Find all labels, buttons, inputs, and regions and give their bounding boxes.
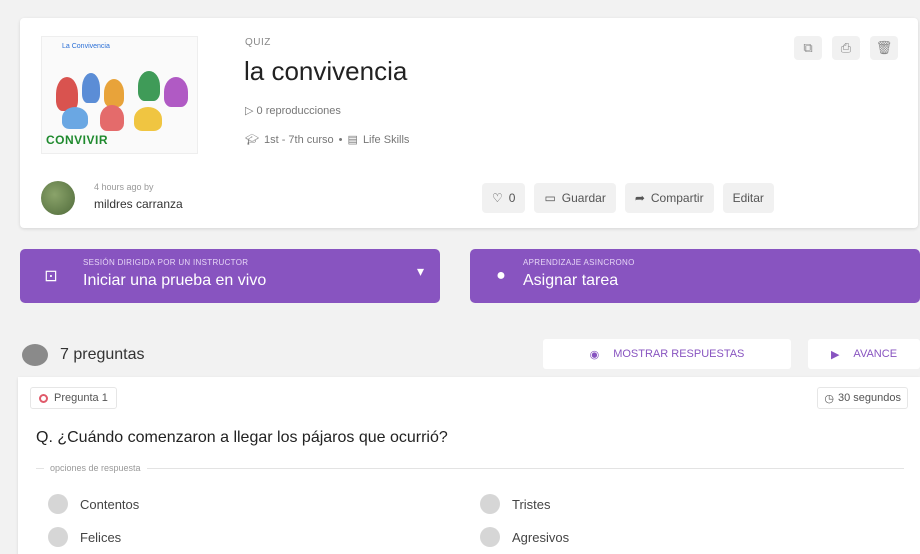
question-time-badge: ◷ 30 segundos (817, 387, 908, 409)
share-label: Compartir (650, 191, 704, 205)
answer-option: Contentos (48, 494, 139, 514)
presentation-icon: ⊡ (44, 268, 58, 285)
option-circle-icon (48, 494, 68, 514)
like-button[interactable]: ♡ 0 (482, 183, 526, 213)
quiz-meta: 🎓︎ 1st - 7th curso • ▤ Life Skills (245, 133, 410, 147)
like-count: 0 (508, 191, 516, 205)
answer-option: Felices (48, 527, 121, 547)
edit-button[interactable]: Editar (722, 183, 774, 213)
answer-option-label: Tristes (512, 496, 551, 512)
eye-icon: ◉ (589, 348, 600, 361)
answer-options-label: opciones de respuesta (50, 463, 141, 473)
subject-label: Life Skills (362, 133, 410, 146)
question-number-badge: Pregunta 1 (30, 387, 117, 409)
copy-icon[interactable]: ⧉ (794, 36, 822, 60)
share-button[interactable]: ➦ Compartir (624, 183, 714, 213)
plays-count: ▷ 0 reproducciones (245, 104, 341, 117)
question-text: Q. ¿Cuándo comenzaron a llegar los pájar… (36, 429, 448, 446)
thumbnail-title: La Convivencia (62, 43, 110, 50)
book-icon: ▤ (347, 134, 358, 146)
answer-option: Tristes (480, 494, 551, 514)
avatar[interactable] (41, 181, 75, 215)
answer-option-label: Felices (80, 529, 122, 545)
save-button[interactable]: ▭ Guardar (534, 183, 616, 213)
start-live-quiz-button[interactable]: ⊡ SESIÓN DIRIGIDA POR UN INSTRUCTOR Inic… (20, 249, 440, 303)
questions-count: 7 preguntas (22, 344, 145, 366)
target-icon (39, 393, 48, 403)
quiz-tools: ⧉ ⎙ 🗑︎ (794, 36, 898, 60)
grade-label: 1st - 7th curso (263, 133, 334, 146)
save-label: Guardar (561, 191, 606, 205)
answer-option-label: Contentos (80, 496, 140, 512)
clock-icon: ◷ (824, 392, 834, 405)
option-circle-icon (48, 527, 68, 547)
graduation-cap-icon: 🎓︎ (245, 134, 259, 146)
author-name[interactable]: mildres carranza (94, 197, 183, 211)
homework-caption: APRENDIZAJE ASINCRONO (523, 258, 635, 267)
quiz-header-card: La Convivencia CONVIVIR QUIZ la conviven… (20, 18, 918, 228)
thumbnail-word: CONVIVIR (46, 133, 109, 147)
edit-label: Editar (732, 191, 764, 205)
share-icon: ➦ (634, 191, 645, 205)
author-time: 4 hours ago by (94, 182, 154, 192)
print-icon[interactable]: ⎙ (832, 36, 860, 60)
show-answers-button[interactable]: ◉ MOSTRAR RESPUESTAS (543, 339, 791, 369)
question-time: 30 segundos (838, 392, 901, 404)
clock-icon: ● (496, 267, 506, 284)
preview-button[interactable]: ▶ AVANCE (808, 339, 920, 369)
answer-option: Agresivos (480, 527, 569, 547)
preview-label: AVANCE (853, 348, 898, 360)
heart-icon: ♡ (492, 191, 503, 205)
plays-label: 0 reproducciones (256, 105, 341, 117)
answer-option-label: Agresivos (512, 529, 570, 545)
live-label: Iniciar una prueba en vivo (83, 272, 267, 289)
quiz-title: la convivencia (244, 56, 408, 86)
homework-label: Asignar tarea (523, 272, 619, 289)
option-circle-icon (480, 527, 500, 547)
meta-separator: • (338, 133, 343, 146)
chat-bubble-icon (22, 344, 48, 366)
folder-icon: ▭ (544, 191, 556, 205)
questions-count-label: 7 preguntas (60, 346, 145, 363)
trash-icon[interactable]: 🗑︎ (870, 36, 898, 60)
show-answers-label: MOSTRAR RESPUESTAS (613, 348, 745, 360)
quiz-type-label: QUIZ (245, 37, 271, 48)
option-circle-icon (480, 494, 500, 514)
live-caption: SESIÓN DIRIGIDA POR UN INSTRUCTOR (83, 258, 249, 267)
question-number: Pregunta 1 (54, 392, 108, 404)
quiz-actions: ♡ 0 ▭ Guardar ➦ Compartir Editar (482, 183, 774, 213)
chevron-down-icon[interactable]: ▾ (417, 263, 424, 280)
question-card: Pregunta 1 ◷ 30 segundos Q. ¿Cuándo come… (18, 377, 920, 554)
quiz-thumbnail: La Convivencia CONVIVIR (41, 36, 198, 154)
play-icon: ▷ (245, 105, 254, 117)
assign-homework-button[interactable]: ● APRENDIZAJE ASINCRONO Asignar tarea (470, 249, 920, 303)
play-triangle-icon: ▶ (830, 348, 840, 361)
answer-options-divider: opciones de respuesta (36, 463, 904, 473)
